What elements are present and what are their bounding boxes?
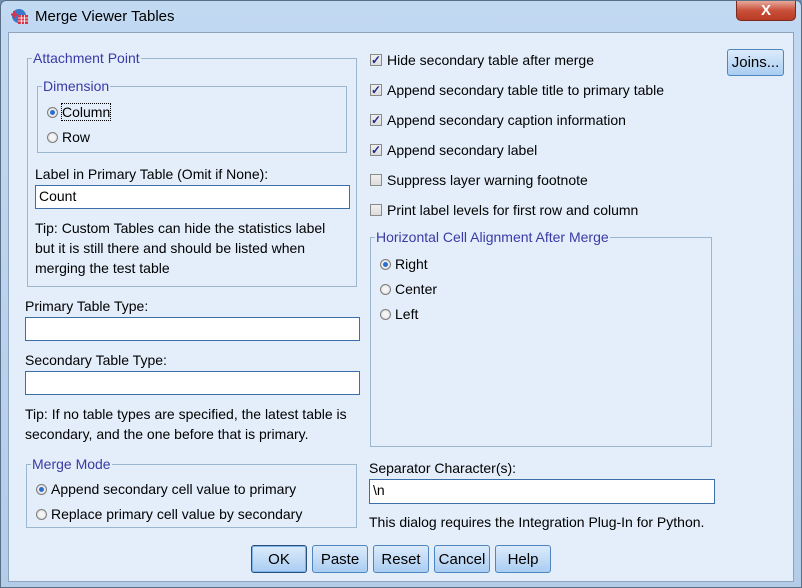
alignment-legend: Horizontal Cell Alignment After Merge <box>376 229 609 245</box>
checkbox-label: Append secondary table title to primary … <box>387 82 665 98</box>
radio-label: Column <box>60 103 112 121</box>
checkbox-suppress-layer-warning[interactable]: Suppress layer warning footnote <box>370 172 588 188</box>
radio-selected-icon <box>36 483 47 495</box>
attachment-point-legend: Attachment Point <box>33 50 140 66</box>
radio-label: Left <box>395 306 419 322</box>
dialog-body: Attachment Point Dimension Column Row La… <box>8 32 794 582</box>
dimension-legend: Dimension <box>43 78 110 94</box>
label-in-primary-label: Label in Primary Table (Omit if None): <box>35 166 269 182</box>
checkbox-append-caption[interactable]: ✓ Append secondary caption information <box>370 112 626 128</box>
secondary-table-type-input[interactable] <box>25 371 360 395</box>
checkbox-label: Suppress layer warning footnote <box>387 172 588 188</box>
checkbox-checked-icon: ✓ <box>370 53 382 67</box>
ok-button[interactable]: OK <box>251 545 307 573</box>
checkbox-checked-icon: ✓ <box>370 83 382 97</box>
primary-table-type-label: Primary Table Type: <box>25 298 149 314</box>
label-in-primary-input[interactable]: Count <box>35 185 350 209</box>
checkbox-label: Print label levels for first row and col… <box>387 202 639 218</box>
help-button[interactable]: Help <box>495 545 551 573</box>
window-title: Merge Viewer Tables <box>35 8 175 25</box>
alignment-radio-right[interactable]: Right <box>380 256 428 272</box>
radio-unselected-icon <box>47 131 58 143</box>
dimension-radio-column[interactable]: Column <box>47 103 112 121</box>
merge-mode-legend: Merge Mode <box>32 456 111 472</box>
table-types-tip: Tip: If no table types are specified, th… <box>25 406 347 442</box>
checkbox-label: Append secondary caption information <box>387 112 626 128</box>
separator-input[interactable]: \n <box>369 479 715 504</box>
radio-unselected-icon <box>380 308 391 320</box>
dimension-radio-row[interactable]: Row <box>47 129 90 145</box>
primary-table-type-input[interactable] <box>25 317 360 341</box>
radio-selected-icon <box>47 106 58 118</box>
checkbox-append-title[interactable]: ✓ Append secondary table title to primar… <box>370 82 664 98</box>
radio-label: Append secondary cell value to primary <box>51 481 297 497</box>
radio-selected-icon <box>380 258 391 270</box>
checkbox-hide-secondary[interactable]: ✓ Hide secondary table after merge <box>370 52 594 68</box>
secondary-table-type-label: Secondary Table Type: <box>25 352 167 368</box>
separator-label: Separator Character(s): <box>369 460 517 476</box>
checkbox-append-label[interactable]: ✓ Append secondary label <box>370 142 537 158</box>
checkbox-checked-icon: ✓ <box>370 143 382 157</box>
dialog-window: Merge Viewer Tables X Attachment Point D… <box>0 0 802 588</box>
checkbox-label: Append secondary label <box>387 142 538 158</box>
merge-mode-radio-append[interactable]: Append secondary cell value to primary <box>36 481 296 497</box>
close-button[interactable]: X <box>736 1 796 21</box>
plugin-note: This dialog requires the Integration Plu… <box>369 514 705 530</box>
close-icon: X <box>760 2 771 19</box>
radio-label: Right <box>395 256 428 272</box>
checkbox-label: Hide secondary table after merge <box>387 52 594 68</box>
paste-button[interactable]: Paste <box>312 545 368 573</box>
alignment-radio-left[interactable]: Left <box>380 306 418 322</box>
radio-label: Replace primary cell value by secondary <box>51 506 303 522</box>
radio-unselected-icon <box>36 508 47 520</box>
checkbox-unchecked-icon <box>370 204 382 216</box>
joins-button[interactable]: Joins... <box>727 49 784 76</box>
checkbox-print-label-levels[interactable]: Print label levels for first row and col… <box>370 202 638 218</box>
merge-mode-radio-replace[interactable]: Replace primary cell value by secondary <box>36 506 302 522</box>
reset-button[interactable]: Reset <box>373 545 429 573</box>
checkbox-checked-icon: ✓ <box>370 113 382 127</box>
radio-label: Row <box>62 129 91 145</box>
radio-label: Center <box>395 281 438 297</box>
cancel-button[interactable]: Cancel <box>434 545 490 573</box>
custom-tables-tip: Tip: Custom Tables can hide the statisti… <box>35 220 326 276</box>
checkbox-unchecked-icon <box>370 174 382 186</box>
alignment-radio-center[interactable]: Center <box>380 281 437 297</box>
title-bar[interactable]: Merge Viewer Tables X <box>1 1 801 33</box>
app-table-icon <box>11 9 28 24</box>
radio-unselected-icon <box>380 283 391 295</box>
